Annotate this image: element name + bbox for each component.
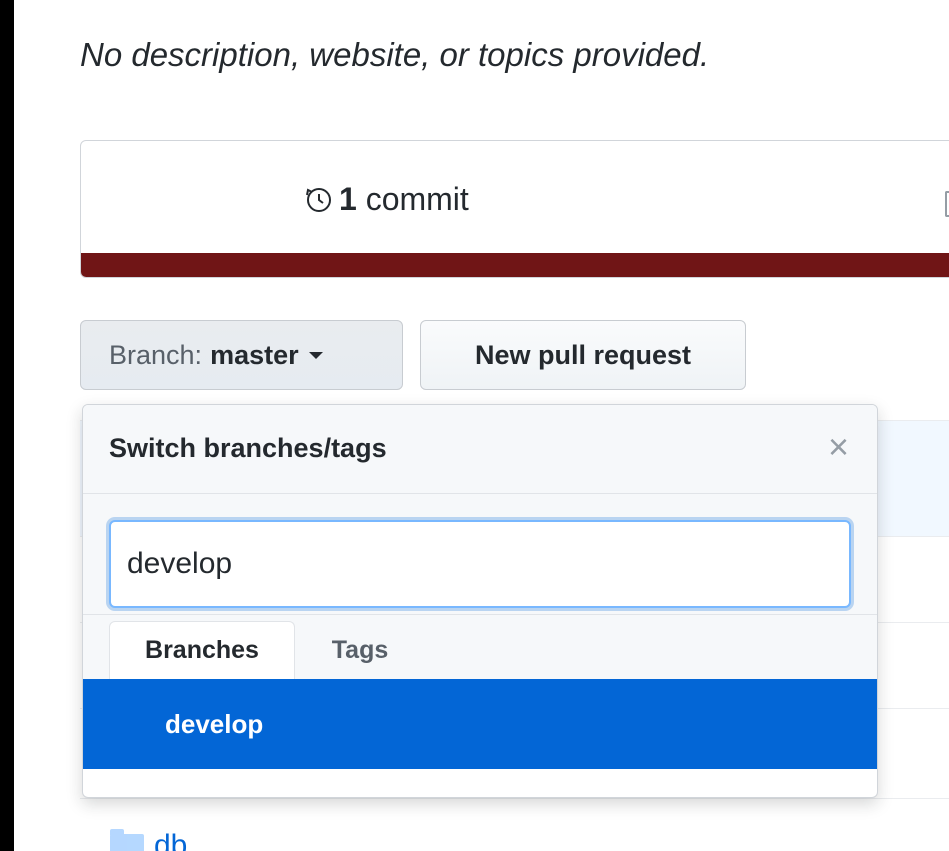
repo-description: No description, website, or topics provi… (80, 36, 710, 73)
current-branch-name: master (210, 339, 299, 370)
commits-link[interactable]: 1 commit (305, 181, 469, 222)
menu-title: Switch branches/tags (109, 433, 387, 463)
branch-switcher-menu: Switch branches/tags × Branches Tags dev… (82, 404, 878, 798)
branch-filter-input[interactable] (109, 520, 851, 608)
menu-tabs: Branches Tags (83, 615, 877, 679)
close-icon[interactable]: × (828, 429, 849, 465)
branch-select-button[interactable]: Branch: master (80, 320, 403, 390)
branch-result-item[interactable]: develop (83, 679, 877, 769)
file-name[interactable]: db (154, 829, 187, 851)
branch-icon (945, 191, 949, 217)
file-row[interactable] (80, 798, 949, 851)
repo-page: No description, website, or topics provi… (14, 0, 949, 851)
filter-section (83, 494, 877, 615)
caret-down-icon (308, 351, 323, 359)
language-bar[interactable] (81, 253, 949, 277)
menu-header: Switch branches/tags × (83, 405, 877, 494)
file-list-item-db[interactable]: db (110, 829, 187, 851)
numbers-summary: 1 commit (80, 140, 949, 278)
history-icon (305, 185, 333, 222)
new-pull-request-button[interactable]: New pull request (420, 320, 746, 390)
tab-branches[interactable]: Branches (109, 621, 295, 679)
commits-count: 1 (339, 181, 357, 217)
folder-icon (110, 829, 144, 851)
tab-tags[interactable]: Tags (315, 621, 405, 679)
branch-prefix: Branch: (109, 339, 203, 370)
commits-label: commit (365, 181, 469, 217)
